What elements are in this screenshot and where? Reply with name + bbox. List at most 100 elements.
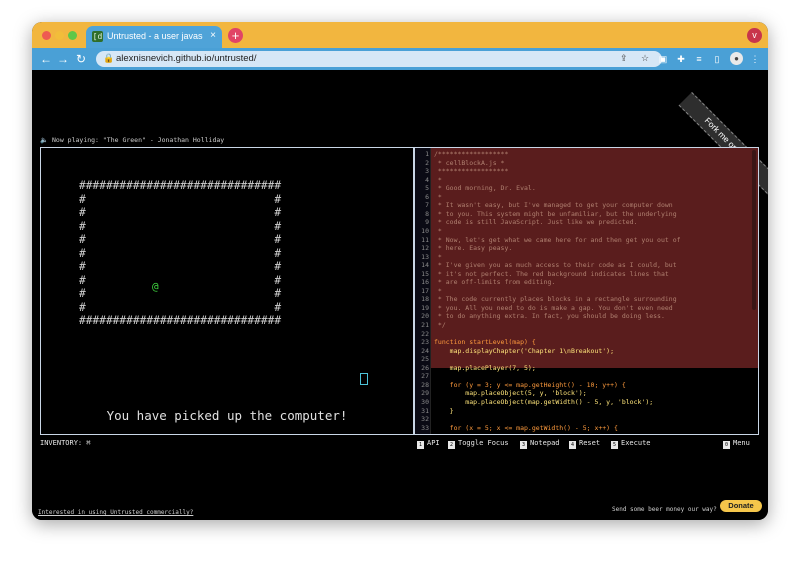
puzzle-icon[interactable]: ✚ [674, 52, 688, 66]
notepad-button[interactable]: 3 Notepad [520, 439, 560, 449]
key-2: 2 [448, 441, 455, 449]
code-line: * code is still JavaScript. Just like we… [434, 218, 638, 227]
forward-icon[interactable]: → [55, 51, 71, 67]
execute-label: Execute [621, 439, 651, 447]
code-line: * Now, let's get what we came here for a… [434, 235, 681, 244]
menu-kebab-icon[interactable]: ⋮ [748, 52, 762, 66]
line-number: 14 [421, 261, 429, 270]
code-line: * here. Easy peasy. [434, 244, 513, 253]
line-number: 9 [425, 218, 429, 227]
line-number: 4 [425, 175, 429, 184]
line-number: 1 [425, 150, 429, 158]
commercial-link[interactable]: Interested in using Untrusted commercial… [38, 509, 193, 516]
code-line: map.placePlayer(7, 5); [434, 363, 536, 372]
line-number: 33 [421, 423, 429, 432]
notepad-label: Notepad [530, 439, 560, 447]
share-icon[interactable]: ⇪ [620, 53, 628, 64]
bookmark-star-icon[interactable]: ☆ [641, 53, 649, 64]
line-number: 22 [421, 329, 429, 338]
tab-close-icon[interactable]: × [210, 30, 216, 41]
code-line: * [434, 286, 442, 295]
code-line: for (y = 3; y <= map.getHeight() - 10; y… [434, 380, 626, 389]
favicon-icon: [d [92, 31, 103, 42]
toggle-focus-button[interactable]: 2 Toggle Focus [448, 439, 509, 449]
profile-avatar-icon[interactable]: ● [730, 52, 743, 65]
map-row: # # [79, 233, 282, 246]
line-number: 26 [421, 363, 429, 372]
line-number: 30 [421, 397, 429, 406]
line-number: 13 [421, 252, 429, 261]
line-number: 8 [425, 209, 429, 218]
line-number: 31 [421, 406, 429, 415]
reload-icon[interactable]: ↻ [73, 51, 89, 67]
code-editor[interactable]: 1 /****************** 2 * cellBlockA.js * 3… [414, 147, 759, 435]
editor-scrollbar[interactable] [752, 150, 756, 310]
key-4: 4 [569, 441, 576, 449]
execute-button[interactable]: 5 Execute [611, 439, 651, 449]
code-line: * [434, 226, 442, 235]
line-number: 11 [421, 235, 429, 244]
code-line: * The code currently places blocks in a … [434, 295, 677, 304]
code-line: /****************** [434, 150, 509, 158]
api-label: API [427, 439, 440, 447]
minimize-window-button[interactable] [55, 31, 64, 40]
map-row: # # [79, 260, 282, 273]
line-number: 2 [425, 158, 429, 167]
line-number: 20 [421, 312, 429, 321]
tab-untrusted[interactable]: [d Untrusted - a user javasc × [86, 26, 222, 48]
line-number: 32 [421, 415, 429, 424]
page-content: Fork me on GitHub 🔈 Now playing: "The Gr… [32, 70, 768, 520]
sidepanel-icon[interactable]: ▯ [710, 52, 724, 66]
code-line: map.displayChapter('Chapter 1\nBreakout'… [434, 346, 615, 355]
tab-search-icon[interactable]: v [747, 28, 762, 43]
line-number: 29 [421, 389, 429, 398]
line-number: 6 [425, 192, 429, 201]
back-icon[interactable]: ← [38, 51, 54, 67]
code-line: * are off-limits from editing. [434, 278, 556, 287]
code-line: * cellBlockA.js * [434, 158, 505, 167]
donate-button[interactable]: Donate [720, 500, 762, 512]
computer-item-icon [360, 373, 368, 385]
code-line: * [434, 252, 442, 261]
code-line: * Good morning, Dr. Eval. [434, 184, 536, 193]
code-line: * it's not perfect. The red background i… [434, 269, 669, 278]
media-icon[interactable]: ≡ [692, 52, 706, 66]
url-text: alexnisnevich.github.io/untrusted/ [116, 53, 257, 64]
code-line: * to do anything extra. In fact, you sho… [434, 312, 665, 321]
map-row: ############################## [79, 179, 282, 192]
line-number: 16 [421, 278, 429, 287]
key-3: 3 [520, 441, 527, 449]
maximize-window-button[interactable] [68, 31, 77, 40]
toggle-focus-label: Toggle Focus [458, 439, 509, 447]
code-line: * to you. This system might be unfamilia… [434, 209, 677, 218]
close-window-button[interactable] [42, 31, 51, 40]
browser-window: [d Untrusted - a user javasc × + v ← → ↻… [32, 22, 768, 520]
line-number: 21 [421, 321, 429, 329]
api-button[interactable]: 1 API [417, 439, 440, 449]
menu-button[interactable]: 0 Menu [723, 439, 750, 449]
map-row: # # [79, 287, 282, 300]
line-number: 10 [421, 226, 429, 235]
tab-title: Untrusted - a user javasc [107, 31, 203, 41]
game-screen[interactable]: ############################## # # # # # # #… [40, 147, 414, 435]
reset-button[interactable]: 4 Reset [569, 439, 600, 449]
code-line: * [434, 192, 442, 201]
line-number: 24 [421, 346, 429, 355]
tab-bar: [d Untrusted - a user javasc × + v [32, 22, 768, 48]
key-0: 0 [723, 441, 730, 449]
key-1: 1 [417, 441, 424, 449]
map-row: ############################## [79, 314, 282, 327]
code-line: map.placeObject(map.getWidth() - 5, y, '… [434, 397, 654, 406]
line-number: 18 [421, 295, 429, 304]
code-line: for (x = 5; x <= map.getWidth() - 5; x++… [434, 423, 618, 432]
line-number: 17 [421, 286, 429, 295]
code-line: } [434, 406, 454, 415]
address-bar[interactable]: 🔒 alexnisnevich.github.io/untrusted/ ⇪ ☆ [96, 51, 662, 67]
extension-icon[interactable]: ▣ [656, 52, 670, 66]
line-number: 19 [421, 303, 429, 312]
browser-toolbar: ← → ↻ 🔒 alexnisnevich.github.io/untruste… [32, 48, 768, 70]
code-line: function startLevel(map) { [434, 338, 536, 347]
line-number: 28 [421, 380, 429, 389]
map-row: # # [79, 192, 282, 206]
new-tab-button[interactable]: + [228, 28, 243, 43]
